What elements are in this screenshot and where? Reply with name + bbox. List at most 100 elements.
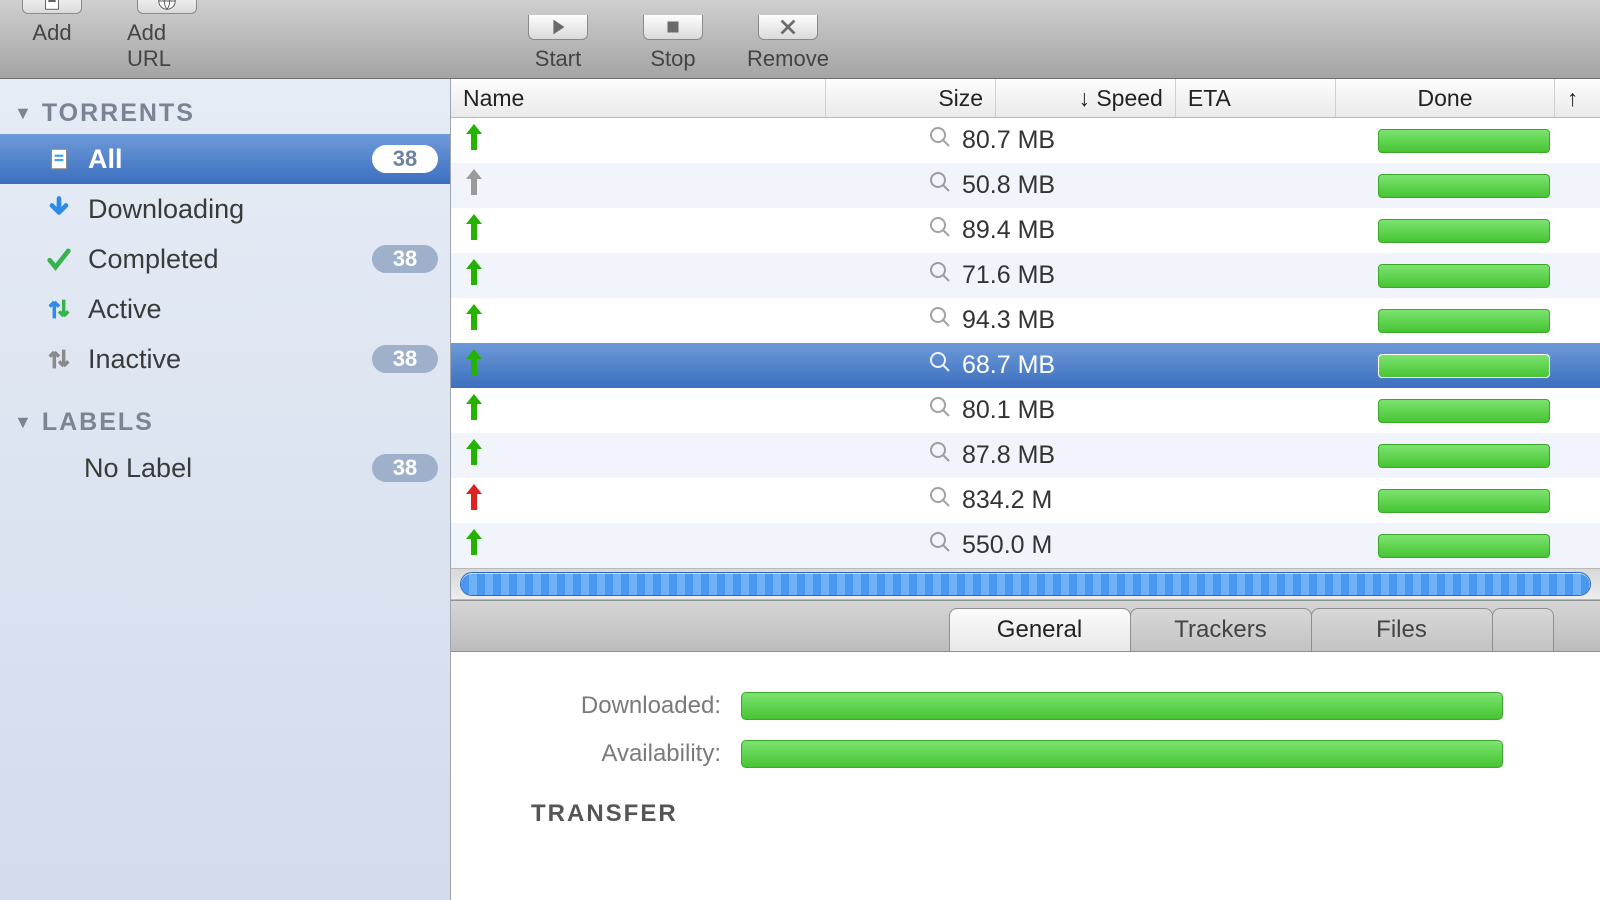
status-arrow-icon	[463, 257, 493, 294]
table-row[interactable]: 80.1 MB	[451, 388, 1600, 433]
down-icon	[44, 194, 74, 224]
status-arrow-icon	[463, 167, 493, 204]
size-value: 87.8 MB	[962, 441, 1055, 470]
magnify-icon[interactable]	[928, 530, 952, 561]
disclosure-icon: ▼	[14, 412, 34, 433]
col-eta[interactable]: ETA	[1176, 79, 1336, 117]
done-progress-bar	[1378, 174, 1550, 198]
col-size[interactable]: Size	[826, 79, 996, 117]
add-label: Add	[32, 20, 71, 46]
status-arrow-icon	[463, 302, 493, 339]
size-value: 71.6 MB	[962, 261, 1055, 290]
size-value: 834.2 M	[962, 486, 1052, 515]
tab-overflow[interactable]	[1492, 608, 1554, 651]
status-arrow-icon	[463, 122, 493, 159]
status-arrow-icon	[463, 392, 493, 429]
done-progress-bar	[1378, 309, 1550, 333]
start-label: Start	[535, 46, 581, 72]
torrents-header-label: TORRENTS	[42, 99, 195, 128]
stop-button[interactable]: Stop	[633, 15, 713, 72]
count-badge: 38	[372, 345, 438, 373]
sidebar: ▼ TORRENTS All38DownloadingCompleted38Ac…	[0, 79, 451, 900]
magnify-icon[interactable]	[928, 170, 952, 201]
status-arrow-icon	[463, 212, 493, 249]
table-row[interactable]: 89.4 MB	[451, 208, 1600, 253]
magnify-icon[interactable]	[928, 215, 952, 246]
sidebar-item-label: All	[88, 144, 372, 175]
downloaded-label: Downloaded:	[511, 692, 741, 720]
globe-icon	[156, 0, 178, 12]
sidebar-item-label: No Label	[84, 453, 372, 484]
sidebar-item-active[interactable]: Active	[0, 284, 450, 334]
sidebar-item-completed[interactable]: Completed38	[0, 234, 450, 284]
count-badge: 38	[372, 145, 438, 173]
col-done[interactable]: Done	[1336, 79, 1554, 117]
size-value: 550.0 M	[962, 531, 1052, 560]
disclosure-icon: ▼	[14, 103, 34, 124]
remove-button[interactable]: Remove	[748, 15, 828, 72]
done-progress-bar	[1378, 489, 1550, 513]
table-row[interactable]: 80.7 MB	[451, 118, 1600, 163]
done-progress-bar	[1378, 219, 1550, 243]
sidebar-item-downloading[interactable]: Downloading	[0, 184, 450, 234]
horizontal-scrollbar[interactable]	[451, 568, 1600, 600]
sidebar-label-item[interactable]: No Label38	[0, 443, 450, 493]
scrollbar-thumb[interactable]	[461, 573, 1590, 595]
sidebar-item-label: Completed	[88, 244, 372, 275]
tab-general[interactable]: General	[949, 608, 1131, 651]
magnify-icon[interactable]	[928, 485, 952, 516]
table-header: Name Size ↓ Speed ETA Done ↑	[451, 79, 1600, 118]
size-value: 68.7 MB	[962, 351, 1055, 380]
magnify-icon[interactable]	[928, 440, 952, 471]
table-row[interactable]: 94.3 MB	[451, 298, 1600, 343]
table-row[interactable]: 68.7 MB	[451, 343, 1600, 388]
count-badge: 38	[372, 454, 438, 482]
status-arrow-icon	[463, 527, 493, 564]
labels-header-label: LABELS	[42, 408, 154, 437]
downloaded-bar	[741, 692, 1503, 720]
tab-files[interactable]: Files	[1311, 608, 1493, 651]
magnify-icon[interactable]	[928, 125, 952, 156]
check-icon	[44, 244, 74, 274]
play-icon	[547, 16, 569, 38]
count-badge: 38	[372, 245, 438, 273]
doc-icon	[44, 144, 74, 174]
sidebar-header-labels[interactable]: ▼ LABELS	[0, 402, 450, 443]
col-extra[interactable]: ↑	[1555, 79, 1600, 117]
updown-gray-icon	[44, 344, 74, 374]
sidebar-item-label: Downloading	[88, 194, 438, 225]
add-url-label: Add URL	[127, 20, 207, 72]
sidebar-item-all[interactable]: All38	[0, 134, 450, 184]
done-progress-bar	[1378, 534, 1550, 558]
table-row[interactable]: 834.2 M	[451, 478, 1600, 523]
add-button[interactable]: Add	[12, 0, 92, 72]
magnify-icon[interactable]	[928, 260, 952, 291]
magnify-icon[interactable]	[928, 395, 952, 426]
transfer-heading: TRANSFER	[511, 800, 1600, 828]
table-row[interactable]: 550.0 M	[451, 523, 1600, 568]
table-row[interactable]: 87.8 MB	[451, 433, 1600, 478]
tab-strip: General Trackers Files	[451, 600, 1600, 652]
updown-icon	[44, 294, 74, 324]
table-row[interactable]: 71.6 MB	[451, 253, 1600, 298]
main: Name Size ↓ Speed ETA Done ↑ 80.7 MB50.8…	[451, 79, 1600, 900]
sidebar-item-label: Active	[88, 294, 438, 325]
detail-panel: Downloaded: Availability: TRANSFER	[451, 652, 1600, 900]
magnify-icon[interactable]	[928, 350, 952, 381]
table-row[interactable]: 50.8 MB	[451, 163, 1600, 208]
sidebar-header-torrents[interactable]: ▼ TORRENTS	[0, 93, 450, 134]
add-url-button[interactable]: Add URL	[127, 0, 207, 72]
tab-trackers[interactable]: Trackers	[1130, 608, 1312, 651]
done-progress-bar	[1378, 264, 1550, 288]
stop-icon	[662, 16, 684, 38]
start-button[interactable]: Start	[518, 15, 598, 72]
done-progress-bar	[1378, 444, 1550, 468]
remove-label: Remove	[747, 46, 829, 72]
col-speed[interactable]: ↓ Speed	[996, 79, 1176, 117]
col-name[interactable]: Name	[451, 79, 826, 117]
remove-icon	[777, 16, 799, 38]
size-value: 89.4 MB	[962, 216, 1055, 245]
magnify-icon[interactable]	[928, 305, 952, 336]
status-arrow-icon	[463, 347, 493, 384]
sidebar-item-inactive[interactable]: Inactive38	[0, 334, 450, 384]
